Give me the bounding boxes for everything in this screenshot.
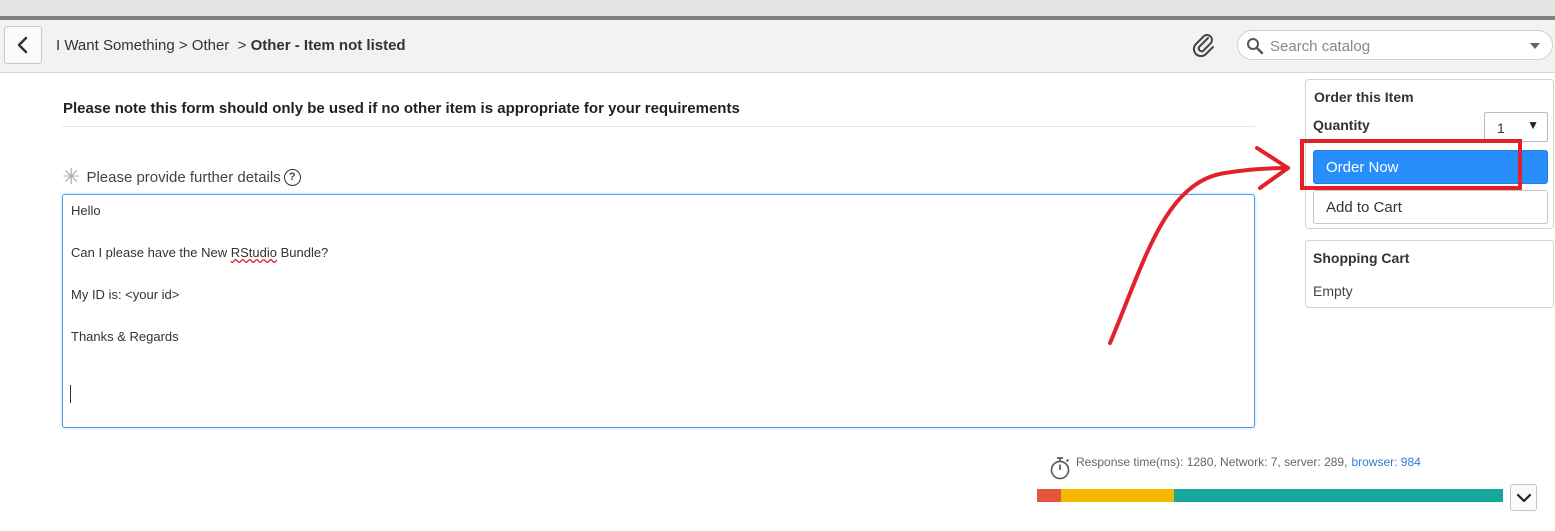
text-line: Hello: [71, 203, 101, 218]
text-line: My ID is: <your id>: [71, 287, 180, 302]
search-catalog: [1237, 30, 1553, 60]
breadcrumb-separator: >: [178, 37, 188, 54]
order-panel: Order this Item Quantity 1 ▼ Order Now A…: [1305, 79, 1554, 229]
details-textarea[interactable]: Hello Can I please have the New RStudio …: [62, 194, 1255, 428]
text-line: [71, 305, 1246, 326]
back-button[interactable]: [4, 26, 42, 64]
response-time-bar: [1037, 489, 1503, 502]
search-input[interactable]: [1268, 35, 1522, 57]
details-field-label: ✳ Please provide further details ?: [62, 164, 301, 189]
required-asterisk-icon: ✳: [62, 164, 81, 189]
chevron-left-icon: [17, 36, 28, 54]
breadcrumb-item-i-want-something[interactable]: I Want Something: [56, 37, 175, 54]
response-time-text: Response time(ms): 1280, Network: 7, ser…: [1076, 455, 1348, 469]
breadcrumb: I Want Something > Other > Other - Item …: [56, 37, 406, 54]
quantity-select[interactable]: 1 ▼: [1484, 112, 1548, 142]
text-line: Can I please have the New RStudio Bundle…: [71, 242, 1246, 263]
text-segment: Bundle?: [276, 245, 329, 260]
browser-top-strip: [0, 0, 1555, 16]
quantity-value: 1: [1497, 120, 1505, 136]
text-line: Thanks & Regards: [71, 329, 179, 344]
add-to-cart-button[interactable]: Add to Cart: [1313, 190, 1548, 224]
misspelled-word: RStudio: [230, 245, 277, 260]
breadcrumb-item-other[interactable]: Other: [192, 37, 230, 54]
catalog-header: I Want Something > Other > Other - Item …: [0, 20, 1555, 73]
dropdown-caret-icon[interactable]: [1530, 43, 1540, 49]
quantity-label: Quantity: [1313, 117, 1370, 133]
chevron-down-icon: [1516, 493, 1531, 502]
order-panel-title: Order this Item: [1314, 89, 1414, 105]
bar-segment-network: [1037, 489, 1061, 502]
form-notice: Please note this form should only be use…: [63, 100, 740, 117]
text-line: [71, 263, 1246, 284]
bar-segment-server: [1061, 489, 1174, 502]
details-label-text: Please provide further details: [86, 168, 281, 186]
order-now-button[interactable]: Order Now: [1313, 150, 1548, 184]
text-segment: Can I please have the New: [71, 245, 231, 260]
response-time: Response time(ms): 1280, Network: 7, ser…: [1048, 455, 1421, 481]
dropdown-arrow-icon: ▼: [1527, 118, 1539, 132]
divider: [62, 126, 1255, 127]
text-cursor: [70, 385, 71, 403]
bar-segment-browser: [1174, 489, 1503, 502]
cart-status: Empty: [1313, 283, 1353, 299]
text-line: [71, 221, 1246, 242]
question-circle-icon[interactable]: ?: [283, 168, 301, 186]
attachment-button[interactable]: [1190, 32, 1218, 60]
stopwatch-icon: [1050, 457, 1070, 480]
magnifier-icon: [1247, 38, 1264, 55]
shopping-cart-title: Shopping Cart: [1313, 250, 1410, 266]
expand-button[interactable]: [1510, 484, 1537, 511]
breadcrumb-current: Other - Item not listed: [250, 37, 406, 54]
breadcrumb-separator: >: [237, 37, 247, 54]
shopping-cart-panel: Shopping Cart Empty: [1305, 240, 1554, 308]
paperclip-icon: [1192, 34, 1214, 58]
browser-time-link[interactable]: browser: 984: [1351, 455, 1420, 469]
